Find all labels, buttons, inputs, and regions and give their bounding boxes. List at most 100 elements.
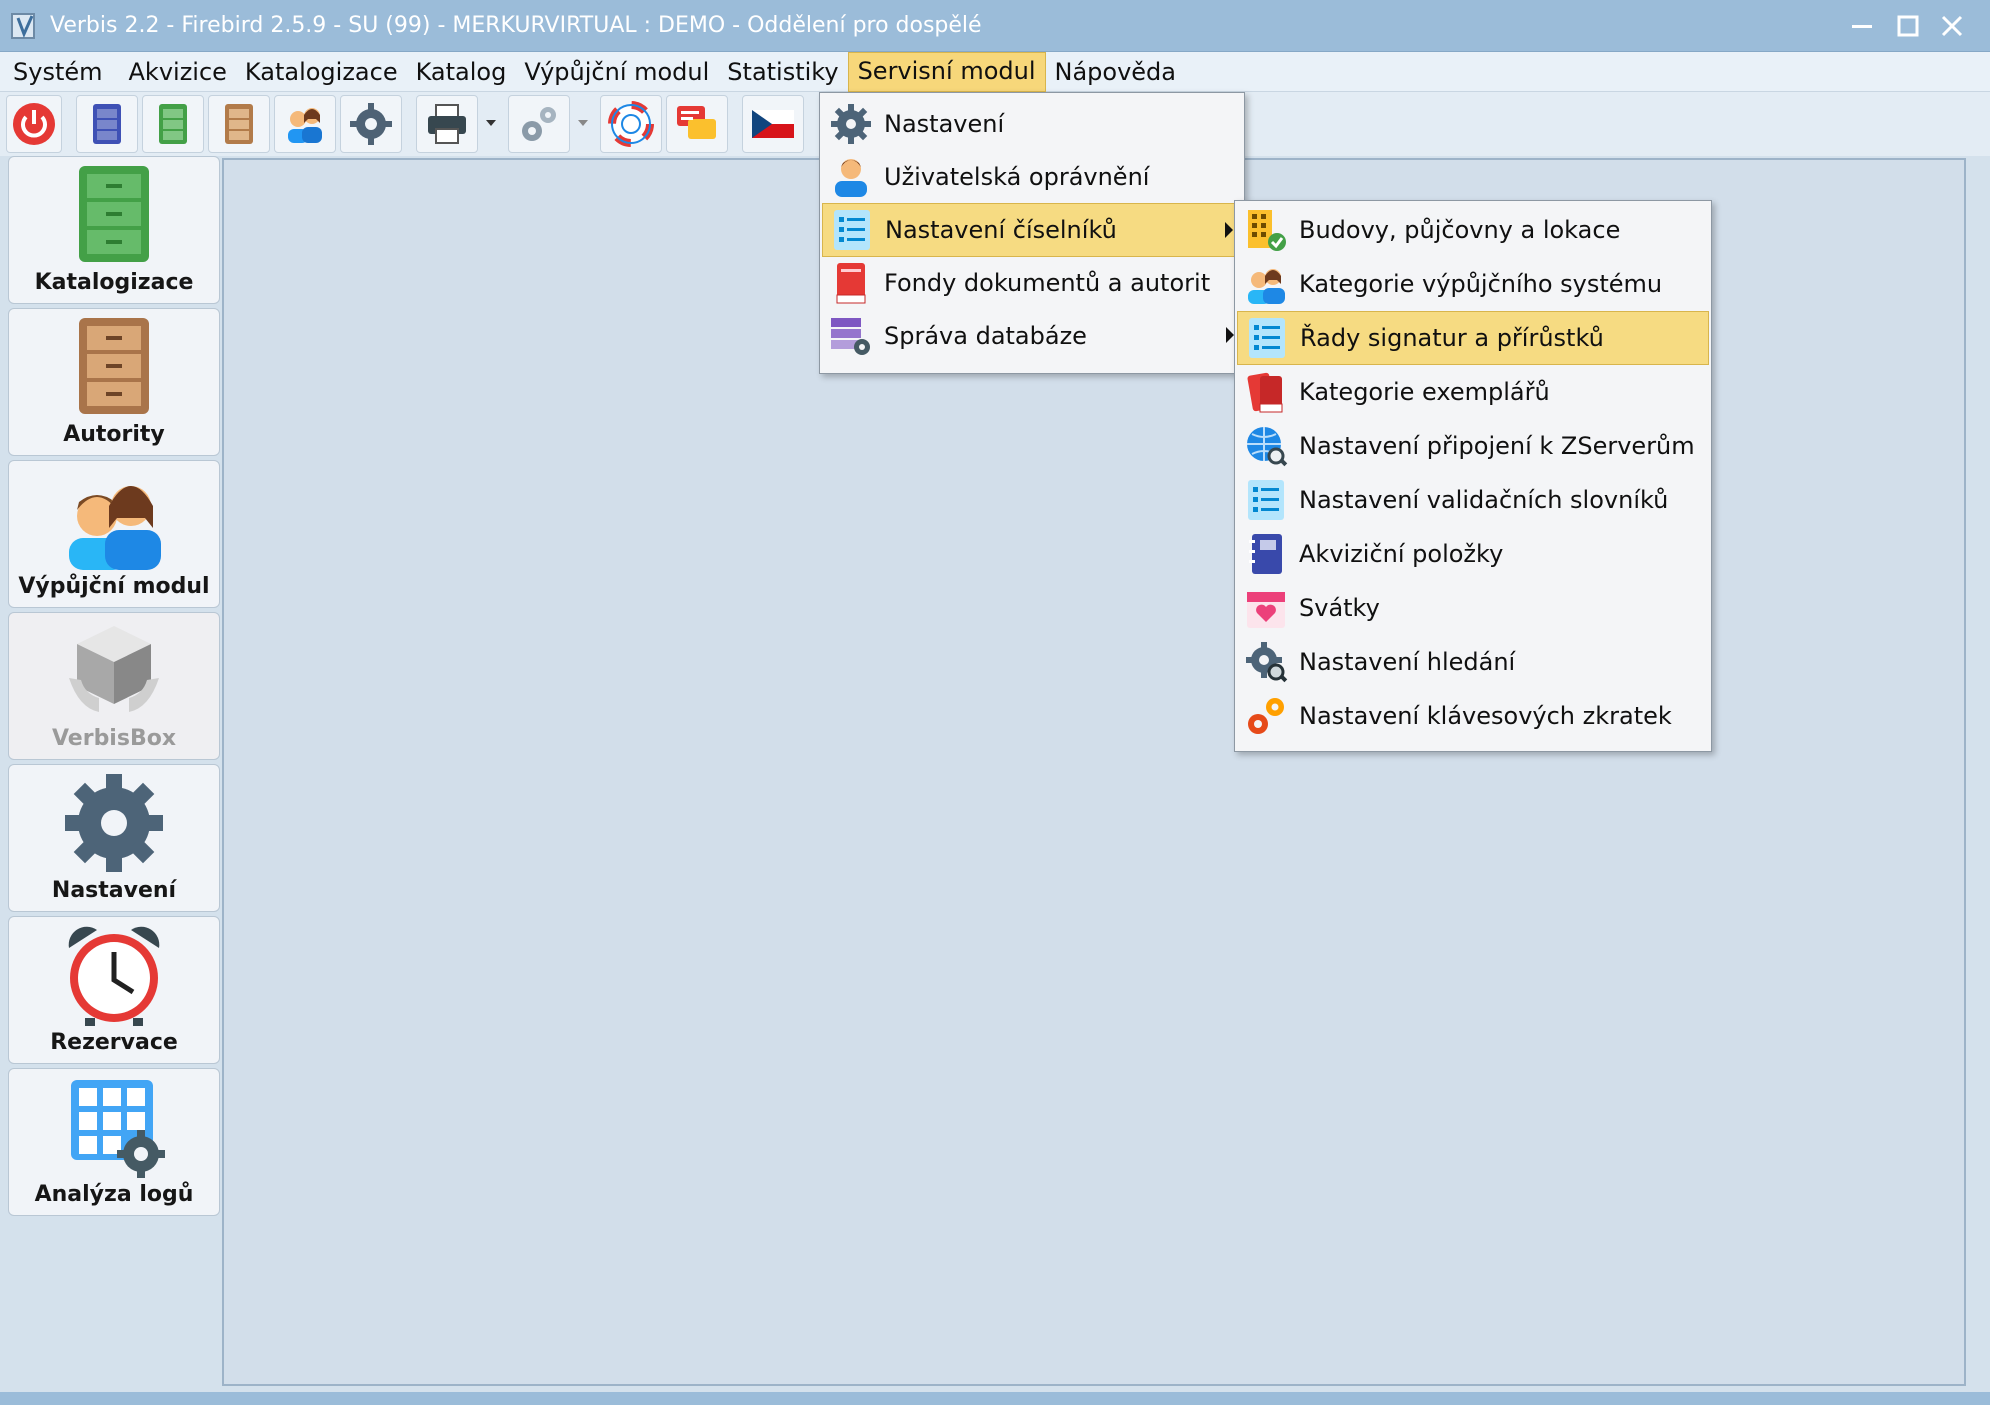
building-icon (1248, 210, 1286, 251)
menu-item-label: Nastavení připojení k ZServerům (1299, 432, 1695, 460)
people-icon (288, 108, 322, 143)
tb-green-cabinet-button[interactable] (142, 95, 204, 153)
menu-item-label: Uživatelská oprávnění (884, 163, 1150, 191)
menu-item-sprava-databaze[interactable]: Správa databáze (822, 309, 1242, 363)
menu-item-label: Budovy, půjčovny a lokace (1299, 216, 1621, 244)
globe-search-icon (1247, 427, 1288, 467)
sidebar-item-label: Analýza logů (34, 1182, 194, 1207)
menu-item-nastaveni-hledani[interactable]: Nastavení hledání (1237, 635, 1709, 689)
menu-item-klavesove-zkratky[interactable]: Nastavení klávesových zkratek (1237, 689, 1709, 743)
notebook-icon (1249, 534, 1282, 574)
menu-item-label: Správa databáze (884, 322, 1087, 350)
menu-napoveda[interactable]: Nápověda (1046, 52, 1186, 92)
tb-print-dropdown[interactable] (482, 95, 500, 153)
user-icon (835, 159, 867, 197)
menu-item-label: Nastavení číselníků (885, 216, 1117, 244)
tb-power-button[interactable] (6, 95, 62, 153)
menu-item-label: Řady signatur a přírůstků (1300, 324, 1604, 352)
minimize-icon (1852, 25, 1872, 28)
database-gear-icon (831, 318, 870, 355)
sidebar-item-label: Katalogizace (34, 270, 194, 295)
box-icon (69, 626, 159, 712)
close-button[interactable] (1932, 6, 1972, 46)
app-logo-icon (11, 12, 35, 39)
brown-cabinet-icon (225, 104, 253, 144)
sidebar-item-label: Rezervace (50, 1030, 178, 1055)
menu-item-label: Nastavení (884, 110, 1005, 138)
close-icon (1941, 15, 1963, 37)
menu-item-kategorie-exemplaru[interactable]: Kategorie exemplářů (1237, 365, 1709, 419)
gear-icon (831, 104, 871, 144)
submenu-arrow-icon (1225, 222, 1233, 238)
menu-item-label: Nastavení hledání (1299, 648, 1516, 676)
servisni-modul-menu: Nastavení Uživatelská oprávnění Nastaven… (819, 92, 1245, 374)
menu-item-label: Kategorie výpůjčního systému (1299, 270, 1663, 298)
menu-katalog[interactable]: Katalog (407, 52, 516, 92)
menu-vypujcni-modul[interactable]: Výpůjční modul (515, 52, 718, 92)
sidebar-item-label: Výpůjční modul (18, 574, 210, 599)
sidebar-item-nastaveni[interactable]: Nastavení (8, 764, 220, 912)
menu-bar: Systém Akvizice Katalogizace Katalog Výp… (0, 51, 1990, 92)
menu-akvizice[interactable]: Akvizice (120, 52, 236, 92)
list-icon (1248, 480, 1284, 520)
menu-item-label: Nastavení klávesových zkratek (1299, 702, 1672, 730)
maximize-button[interactable] (1888, 6, 1928, 46)
menu-item-nastaveni-ciselniku[interactable]: Nastavení číselníků (822, 203, 1242, 257)
books-icon (1247, 372, 1283, 413)
grid-gear-icon (71, 1080, 165, 1178)
sidebar-item-vypujcni-modul[interactable]: Výpůjční modul (8, 460, 220, 608)
window-title: Verbis 2.2 - Firebird 2.5.9 - SU (99) - … (50, 13, 982, 38)
menu-item-rady-signatur[interactable]: Řady signatur a přírůstků (1237, 311, 1709, 365)
submenu-arrow-icon (1226, 327, 1234, 343)
blue-cabinet-icon (93, 104, 121, 144)
sidebar-item-rezervace[interactable]: Rezervace (8, 916, 220, 1064)
tb-help-button[interactable] (600, 95, 662, 153)
list-icon (1249, 318, 1285, 358)
calendar-heart-icon (1247, 592, 1285, 628)
printer-icon (428, 104, 466, 144)
menu-item-validacni-slovniky[interactable]: Nastavení validačních slovníků (1237, 473, 1709, 527)
menu-system[interactable]: Systém (4, 52, 112, 92)
menu-item-label: Kategorie exemplářů (1299, 378, 1550, 406)
sidebar-item-label: Nastavení (51, 878, 177, 903)
sidebar-item-verbisbox[interactable]: VerbisBox (8, 612, 220, 760)
menu-servisni-modul[interactable]: Servisní modul (847, 51, 1046, 92)
book-icon (836, 263, 866, 304)
brown-cabinet-icon (79, 318, 149, 414)
gear-search-icon (1246, 642, 1288, 683)
menu-item-label: Nastavení validačních slovníků (1299, 486, 1669, 514)
menu-item-nastaveni[interactable]: Nastavení (822, 97, 1242, 151)
menu-katalogizace[interactable]: Katalogizace (236, 52, 407, 92)
minimize-button[interactable] (1842, 6, 1882, 46)
tb-language-button[interactable] (742, 95, 804, 153)
menu-item-akvizicni-polozky[interactable]: Akviziční položky (1237, 527, 1709, 581)
menu-item-svatky[interactable]: Svátky (1237, 581, 1709, 635)
gear-icon (350, 103, 392, 145)
menu-item-kategorie-vypujcniho-systemu[interactable]: Kategorie výpůjčního systému (1237, 257, 1709, 311)
title-bar: Verbis 2.2 - Firebird 2.5.9 - SU (99) - … (0, 0, 1990, 52)
menu-item-zservery[interactable]: Nastavení připojení k ZServerům (1237, 419, 1709, 473)
gears-icon (1248, 698, 1284, 734)
sidebar-item-katalogizace[interactable]: Katalogizace (8, 156, 220, 304)
menu-item-label: Akviziční položky (1299, 540, 1504, 568)
menu-item-label: Svátky (1299, 594, 1380, 622)
tb-brown-cabinet-button[interactable] (208, 95, 270, 153)
sidebar: Katalogizace Autority Výpůjční modul Ver… (6, 156, 220, 1386)
menu-item-budovy[interactable]: Budovy, půjčovny a lokace (1237, 203, 1709, 257)
sidebar-item-autority[interactable]: Autority (8, 308, 220, 456)
gear-icon (65, 774, 163, 872)
tb-people-button[interactable] (274, 95, 336, 153)
tb-blue-cabinet-button[interactable] (76, 95, 138, 153)
tb-tools-dropdown[interactable] (574, 95, 592, 153)
sidebar-item-label: Autority (63, 422, 165, 447)
menu-statistiky[interactable]: Statistiky (718, 52, 847, 92)
sidebar-item-analyza-logu[interactable]: Analýza logů (8, 1068, 220, 1216)
green-cabinet-icon (79, 166, 149, 262)
menu-item-uzivatelska-opravneni[interactable]: Uživatelská oprávnění (822, 150, 1242, 204)
chevron-down-icon (578, 120, 588, 126)
tb-settings-button[interactable] (340, 95, 402, 153)
tb-messages-button[interactable] (666, 95, 728, 153)
tb-tools-button[interactable] (508, 95, 570, 153)
tb-print-button[interactable] (416, 95, 478, 153)
menu-item-fondy-dokumentu[interactable]: Fondy dokumentů a autorit (822, 256, 1242, 310)
